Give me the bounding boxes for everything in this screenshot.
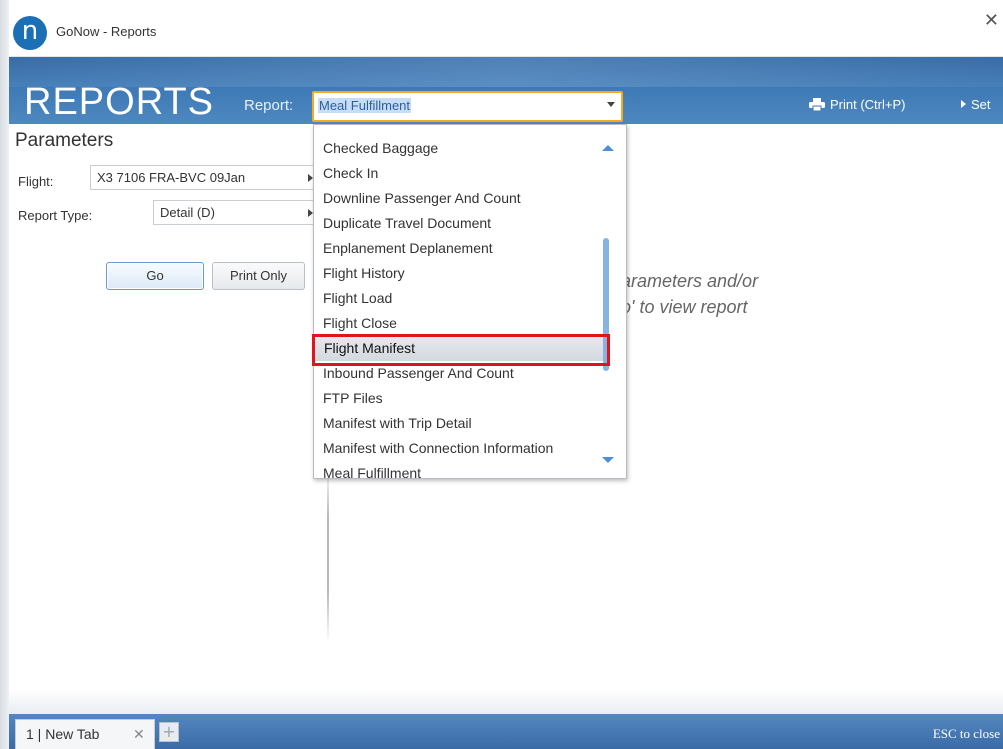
dropdown-item[interactable]: Meal Fulfillment [314,461,600,478]
print-button-label: Print (Ctrl+P) [830,97,906,112]
scroll-up-icon[interactable] [602,145,614,151]
tab-new[interactable]: 1 | New Tab ✕ [15,719,155,749]
hint-line-2: o' to view report [621,297,748,317]
scrollbar-thumb[interactable] [603,238,609,371]
window-left-edge [0,0,9,749]
add-tab-button[interactable]: + [159,722,179,742]
close-window-icon[interactable]: ✕ [984,10,999,31]
title-bar: n GoNow - Reports ✕ [9,0,1003,57]
empty-state-hint: arameters and/or o' to view report [621,268,758,320]
report-dropdown-list[interactable]: Checked Baggage Check In Downline Passen… [313,124,627,479]
printer-icon [809,98,825,111]
close-tab-icon[interactable]: ✕ [133,720,145,748]
scroll-down-icon[interactable] [602,457,614,463]
flight-label: Flight: [18,174,54,189]
report-label: Report: [244,97,294,114]
reports-header: REPORTS Report: Meal Fulfillment Print (… [9,57,1003,124]
dropdown-item[interactable]: Flight Close [314,311,600,336]
chevron-down-icon[interactable] [607,102,615,107]
window-title: GoNow - Reports [56,24,157,39]
dropdown-item[interactable]: Flight History [314,261,600,286]
print-only-button[interactable]: Print Only [212,262,305,290]
flight-field[interactable]: X3 7106 FRA-BVC 09Jan [90,165,316,190]
dropdown-item[interactable]: Enplanement Deplanement [314,236,600,261]
report-type-label: Report Type: [18,208,93,223]
bottom-fade [9,690,1003,714]
parameters-panel: Parameters Flight: X3 7106 FRA-BVC 09Jan… [9,124,327,714]
report-select[interactable]: Meal Fulfillment [312,91,623,122]
parameters-title: Parameters [15,130,114,151]
triangle-right-icon [961,100,966,108]
settings-button[interactable]: Set [961,97,991,112]
dropdown-item[interactable]: Inbound Passenger And Count [314,361,600,386]
dropdown-item[interactable]: Downline Passenger And Count [314,186,600,211]
dropdown-item[interactable]: Manifest with Connection Information [314,436,600,461]
dropdown-item[interactable]: Flight Load [314,286,600,311]
report-type-field[interactable]: Detail (D) [153,200,316,225]
page-title: REPORTS [24,81,215,123]
app-logo-icon: n [13,16,47,50]
dropdown-item[interactable]: Duplicate Travel Document [314,211,600,236]
go-button[interactable]: Go [106,262,204,290]
flight-field-value: X3 7106 FRA-BVC 09Jan [97,170,246,185]
panel-splitter[interactable] [327,464,329,644]
hint-line-1: arameters and/or [621,271,759,291]
tab-label: 1 | New Tab [26,726,100,742]
report-type-field-value: Detail (D) [160,205,215,220]
dropdown-item[interactable]: Manifest with Trip Detail [314,411,600,436]
tab-bar: 1 | New Tab ✕ + ESC to close [9,714,1003,749]
dropdown-item[interactable]: Checked Baggage [314,136,600,161]
report-select-value[interactable]: Meal Fulfillment [318,98,412,113]
dropdown-item[interactable]: FTP Files [314,386,600,411]
dropdown-item[interactable]: Check In [314,161,600,186]
print-button[interactable]: Print (Ctrl+P) [809,97,905,112]
settings-button-label: Set [971,97,991,112]
dropdown-item-selected[interactable]: Flight Manifest [315,336,605,361]
esc-hint: ESC to close [932,726,1000,741]
